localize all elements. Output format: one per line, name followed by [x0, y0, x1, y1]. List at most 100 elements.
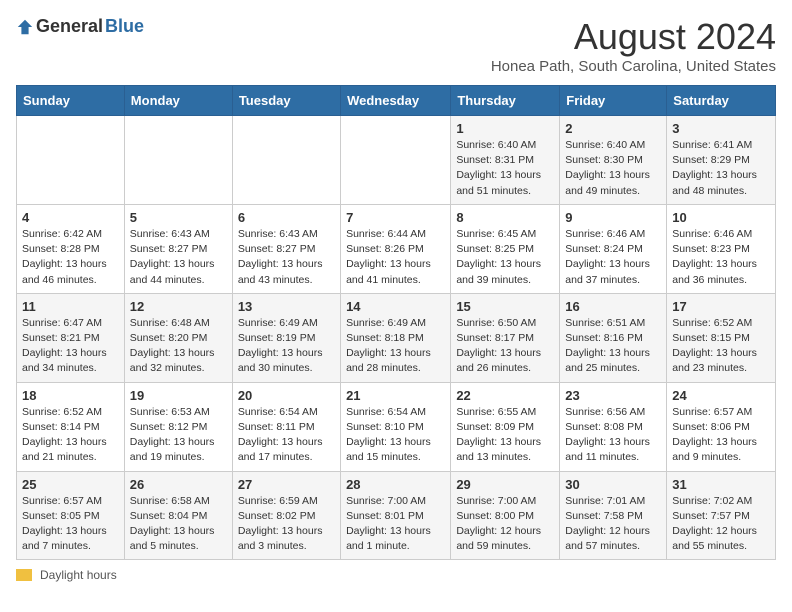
calendar-cell: 10Sunrise: 6:46 AM Sunset: 8:23 PM Dayli…	[667, 204, 776, 293]
day-number: 9	[565, 210, 661, 225]
day-info: Sunrise: 6:54 AM Sunset: 8:11 PM Dayligh…	[238, 405, 335, 466]
day-number: 12	[130, 299, 227, 314]
day-info: Sunrise: 6:46 AM Sunset: 8:24 PM Dayligh…	[565, 227, 661, 288]
logo-blue-text: Blue	[105, 16, 144, 37]
calendar-cell: 11 Sunrise: 6:47 AM Sunset: 8:21 PM Dayli…	[17, 293, 125, 382]
calendar-cell: 4Sunrise: 6:42 AM Sunset: 8:28 PM Daylig…	[17, 204, 125, 293]
day-info: Sunrise: 6:57 AM Sunset: 8:06 PM Dayligh…	[672, 405, 770, 466]
day-number: 4	[22, 210, 119, 225]
day-number: 16	[565, 299, 661, 314]
day-number: 24	[672, 388, 770, 403]
day-number: 18	[22, 388, 119, 403]
day-info: Sunrise: 6:55 AM Sunset: 8:09 PM Dayligh…	[456, 405, 554, 466]
day-number: 23	[565, 388, 661, 403]
calendar-cell: 14Sunrise: 6:49 AM Sunset: 8:18 PM Dayli…	[341, 293, 451, 382]
day-number: 27	[238, 477, 335, 492]
day-number: 25	[22, 477, 119, 492]
day-number: 1	[456, 121, 554, 136]
calendar-cell: 5Sunrise: 6:43 AM Sunset: 8:27 PM Daylig…	[124, 204, 232, 293]
calendar-header-row: SundayMondayTuesdayWednesdayThursdayFrid…	[17, 86, 776, 116]
calendar-week-row: 11 Sunrise: 6:47 AM Sunset: 8:21 PM Dayli…	[17, 293, 776, 382]
logo-general-text: General	[36, 16, 103, 37]
calendar-cell: 7 Sunrise: 6:44 AM Sunset: 8:26 PM Daylig…	[341, 204, 451, 293]
day-info: Sunrise: 6:48 AM Sunset: 8:20 PM Dayligh…	[130, 316, 227, 377]
calendar-cell: 16 Sunrise: 6:51 AM Sunset: 8:16 PM Dayli…	[560, 293, 667, 382]
calendar-cell: 15 Sunrise: 6:50 AM Sunset: 8:17 PM Dayli…	[451, 293, 560, 382]
day-number: 31	[672, 477, 770, 492]
day-number: 15	[456, 299, 554, 314]
calendar-cell: 26Sunrise: 6:58 AM Sunset: 8:04 PM Dayli…	[124, 471, 232, 560]
calendar-cell: 28 Sunrise: 7:00 AM Sunset: 8:01 PM Dayli…	[341, 471, 451, 560]
weekday-header: Sunday	[17, 86, 125, 116]
calendar-cell: 17 Sunrise: 6:52 AM Sunset: 8:15 PM Dayli…	[667, 293, 776, 382]
calendar-cell: 23 Sunrise: 6:56 AM Sunset: 8:08 PM Dayli…	[560, 382, 667, 471]
calendar-cell	[17, 116, 125, 205]
day-number: 17	[672, 299, 770, 314]
calendar-cell: 19 Sunrise: 6:53 AM Sunset: 8:12 PM Dayli…	[124, 382, 232, 471]
day-number: 19	[130, 388, 227, 403]
calendar-cell: 21 Sunrise: 6:54 AM Sunset: 8:10 PM Dayli…	[341, 382, 451, 471]
calendar-table: SundayMondayTuesdayWednesdayThursdayFrid…	[16, 85, 776, 560]
day-info: Sunrise: 6:49 AM Sunset: 8:18 PM Dayligh…	[346, 316, 445, 377]
day-info: Sunrise: 6:41 AM Sunset: 8:29 PM Dayligh…	[672, 138, 770, 199]
day-number: 26	[130, 477, 227, 492]
calendar-cell: 9 Sunrise: 6:46 AM Sunset: 8:24 PM Daylig…	[560, 204, 667, 293]
day-info: Sunrise: 6:56 AM Sunset: 8:08 PM Dayligh…	[565, 405, 661, 466]
calendar-week-row: 4Sunrise: 6:42 AM Sunset: 8:28 PM Daylig…	[17, 204, 776, 293]
day-info: Sunrise: 6:47 AM Sunset: 8:21 PM Dayligh…	[22, 316, 119, 377]
day-info: Sunrise: 6:53 AM Sunset: 8:12 PM Dayligh…	[130, 405, 227, 466]
weekday-header: Saturday	[667, 86, 776, 116]
day-info: Sunrise: 6:57 AM Sunset: 8:05 PM Dayligh…	[22, 494, 119, 555]
day-number: 22	[456, 388, 554, 403]
day-info: Sunrise: 6:51 AM Sunset: 8:16 PM Dayligh…	[565, 316, 661, 377]
day-number: 30	[565, 477, 661, 492]
calendar-cell: 3 Sunrise: 6:41 AM Sunset: 8:29 PM Daylig…	[667, 116, 776, 205]
calendar-cell: 29Sunrise: 7:00 AM Sunset: 8:00 PM Dayli…	[451, 471, 560, 560]
day-info: Sunrise: 6:54 AM Sunset: 8:10 PM Dayligh…	[346, 405, 445, 466]
calendar-cell: 6 Sunrise: 6:43 AM Sunset: 8:27 PM Daylig…	[232, 204, 340, 293]
calendar-week-row: 1Sunrise: 6:40 AM Sunset: 8:31 PM Daylig…	[17, 116, 776, 205]
day-number: 13	[238, 299, 335, 314]
day-info: Sunrise: 6:49 AM Sunset: 8:19 PM Dayligh…	[238, 316, 335, 377]
day-number: 21	[346, 388, 445, 403]
day-info: Sunrise: 6:59 AM Sunset: 8:02 PM Dayligh…	[238, 494, 335, 555]
logo-icon	[16, 18, 34, 36]
day-number: 28	[346, 477, 445, 492]
logo: GeneralBlue	[16, 16, 144, 37]
day-number: 3	[672, 121, 770, 136]
day-info: Sunrise: 6:43 AM Sunset: 8:27 PM Dayligh…	[238, 227, 335, 288]
calendar-cell: 2 Sunrise: 6:40 AM Sunset: 8:30 PM Daylig…	[560, 116, 667, 205]
calendar-week-row: 18Sunrise: 6:52 AM Sunset: 8:14 PM Dayli…	[17, 382, 776, 471]
weekday-header: Friday	[560, 86, 667, 116]
day-number: 7	[346, 210, 445, 225]
day-info: Sunrise: 7:00 AM Sunset: 8:01 PM Dayligh…	[346, 494, 445, 555]
calendar-cell: 22 Sunrise: 6:55 AM Sunset: 8:09 PM Dayli…	[451, 382, 560, 471]
footer: Daylight hours	[16, 568, 776, 582]
weekday-header: Monday	[124, 86, 232, 116]
day-info: Sunrise: 6:44 AM Sunset: 8:26 PM Dayligh…	[346, 227, 445, 288]
calendar-cell: 20Sunrise: 6:54 AM Sunset: 8:11 PM Dayli…	[232, 382, 340, 471]
calendar-cell	[232, 116, 340, 205]
weekday-header: Wednesday	[341, 86, 451, 116]
day-info: Sunrise: 7:00 AM Sunset: 8:00 PM Dayligh…	[456, 494, 554, 555]
calendar-week-row: 25 Sunrise: 6:57 AM Sunset: 8:05 PM Dayli…	[17, 471, 776, 560]
day-info: Sunrise: 6:52 AM Sunset: 8:15 PM Dayligh…	[672, 316, 770, 377]
day-info: Sunrise: 6:50 AM Sunset: 8:17 PM Dayligh…	[456, 316, 554, 377]
day-number: 8	[456, 210, 554, 225]
day-info: Sunrise: 7:02 AM Sunset: 7:57 PM Dayligh…	[672, 494, 770, 555]
day-number: 6	[238, 210, 335, 225]
subtitle: Honea Path, South Carolina, United State…	[491, 58, 776, 75]
daylight-bar-icon	[16, 569, 32, 581]
calendar-cell: 1Sunrise: 6:40 AM Sunset: 8:31 PM Daylig…	[451, 116, 560, 205]
day-info: Sunrise: 6:45 AM Sunset: 8:25 PM Dayligh…	[456, 227, 554, 288]
main-title: August 2024	[491, 16, 776, 58]
day-number: 2	[565, 121, 661, 136]
calendar-cell: 8 Sunrise: 6:45 AM Sunset: 8:25 PM Daylig…	[451, 204, 560, 293]
calendar-cell: 13 Sunrise: 6:49 AM Sunset: 8:19 PM Dayli…	[232, 293, 340, 382]
day-info: Sunrise: 6:40 AM Sunset: 8:30 PM Dayligh…	[565, 138, 661, 199]
day-info: Sunrise: 6:46 AM Sunset: 8:23 PM Dayligh…	[672, 227, 770, 288]
daylight-label: Daylight hours	[40, 568, 117, 582]
calendar-cell: 27 Sunrise: 6:59 AM Sunset: 8:02 PM Dayli…	[232, 471, 340, 560]
day-number: 11	[22, 299, 119, 314]
day-info: Sunrise: 6:43 AM Sunset: 8:27 PM Dayligh…	[130, 227, 227, 288]
